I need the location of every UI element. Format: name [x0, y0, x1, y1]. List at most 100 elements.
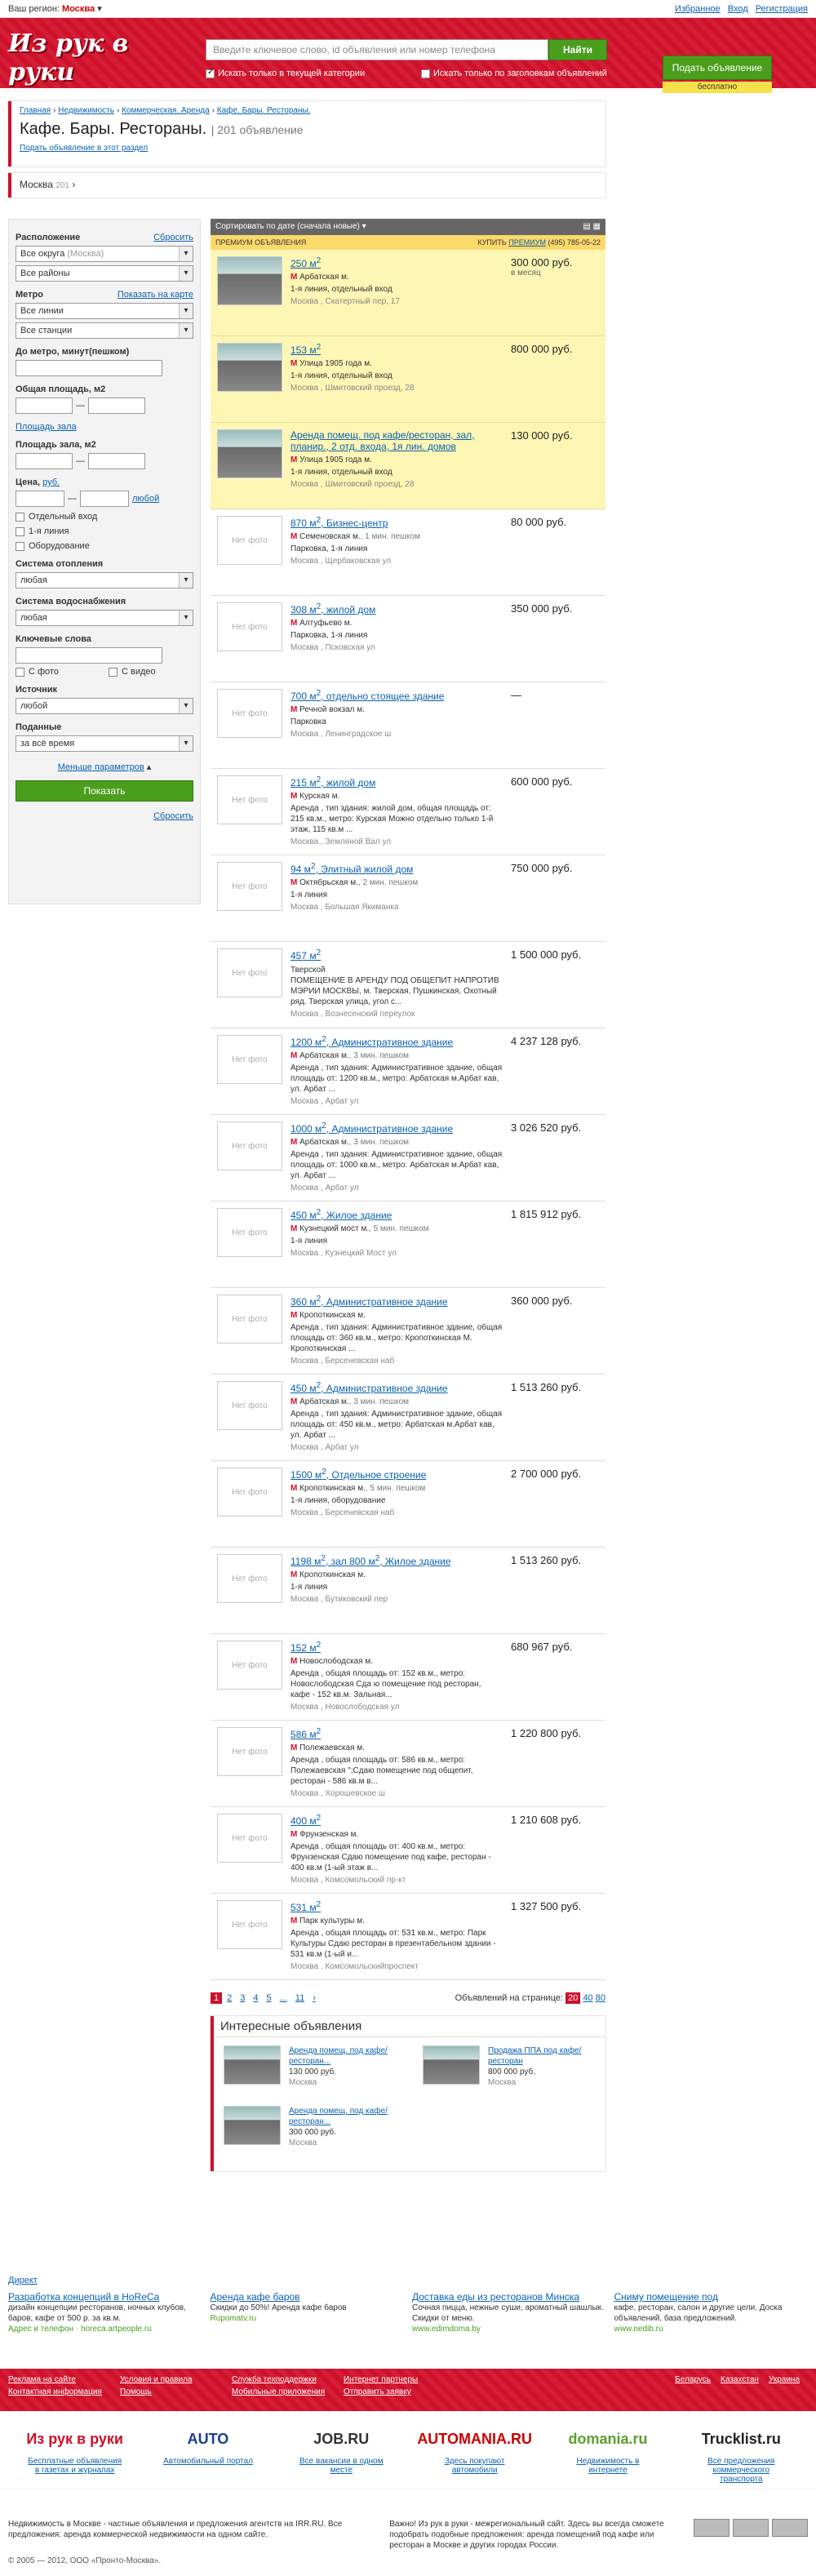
- listing-photo[interactable]: Нет фото: [217, 948, 282, 997]
- footer-link[interactable]: Интернет партнеры: [344, 2375, 437, 2384]
- listing-title[interactable]: 94 м2, Элитный жилой дом: [290, 862, 503, 875]
- footer-link[interactable]: Контактная информация: [8, 2387, 102, 2396]
- site-ukraine[interactable]: Украина: [769, 2375, 800, 2384]
- page-link[interactable]: 2: [224, 1992, 235, 2004]
- listing-item[interactable]: Нет фото 308 м2, жилой дом M Алтуфьево м…: [211, 596, 605, 682]
- interesting-card[interactable]: Аренда помещ. под кафе/ресторан... 300 00…: [219, 2106, 406, 2155]
- counter-badge[interactable]: [772, 2519, 808, 2537]
- stations-select[interactable]: Все станции: [16, 322, 193, 339]
- card-photo[interactable]: [224, 2045, 281, 2085]
- listing-title[interactable]: 1200 м2, Административное здание: [290, 1035, 503, 1048]
- listing-item[interactable]: Нет фото 450 м2, Административное здание…: [211, 1375, 605, 1461]
- hall-from[interactable]: [16, 453, 73, 469]
- listing-item[interactable]: Нет фото 360 м2, Административное здание…: [211, 1288, 605, 1375]
- region-selector[interactable]: Ваш регион: Москва ▾: [8, 3, 102, 14]
- checkbox-category[interactable]: Искать только в текущей категории: [206, 68, 365, 78]
- checkbox-icon[interactable]: [421, 69, 430, 78]
- hall-link[interactable]: Площадь зала: [16, 422, 193, 432]
- region-value[interactable]: Москва: [62, 4, 95, 14]
- listing-photo[interactable]: Нет фото: [217, 1121, 282, 1170]
- listing-photo[interactable]: Нет фото: [217, 1554, 282, 1603]
- direct-ad[interactable]: Разработка концепций в HoReCa дизайн конц…: [8, 2292, 202, 2334]
- login-link[interactable]: Вход: [728, 4, 748, 14]
- partner[interactable]: JOB.RU Все вакансии в одном месте: [292, 2424, 390, 2481]
- listing-item[interactable]: Нет фото 152 м2 M Новослободская м. Арен…: [211, 1634, 605, 1721]
- footer-link[interactable]: Реклама на сайте: [8, 2375, 102, 2384]
- page-link[interactable]: ...: [277, 1992, 290, 2004]
- per-40[interactable]: 40: [583, 1993, 592, 2003]
- listing-title[interactable]: 531 м2: [290, 1900, 503, 1913]
- search-input[interactable]: Введите ключевое слово, id объявления ил…: [206, 39, 548, 60]
- listing-title[interactable]: 450 м2, Административное здание: [290, 1381, 503, 1394]
- direct-ad[interactable]: Сниму помещение под кафе, ресторан, салон…: [614, 2292, 809, 2334]
- listing-title[interactable]: 870 м2, Бизнес-центр: [290, 516, 503, 529]
- listing-item[interactable]: Нет фото 400 м2 M Фрунзенская м. Аренда …: [211, 1807, 605, 1894]
- view-toggle-icon[interactable]: ▤ ▦: [583, 222, 601, 232]
- checkbox-icon[interactable]: [206, 68, 215, 78]
- listing-photo[interactable]: Нет фото: [217, 1900, 282, 1949]
- show-button[interactable]: Показать: [16, 780, 193, 802]
- dist-input[interactable]: [16, 360, 162, 376]
- card-photo[interactable]: [423, 2045, 480, 2085]
- interesting-card[interactable]: Аренда помещ. под кафе/ресторан... 130 00…: [219, 2045, 406, 2094]
- listing-item[interactable]: Нет фото 1198 м2, зал 800 м2, Жилое здан…: [211, 1548, 605, 1634]
- listing-photo[interactable]: Нет фото: [217, 1814, 282, 1863]
- footer-link[interactable]: Отправить заявку: [344, 2387, 437, 2396]
- price-to[interactable]: [80, 491, 129, 507]
- posted-select[interactable]: за всё время: [16, 735, 193, 752]
- listing-photo[interactable]: Нет фото: [217, 775, 282, 824]
- equipment-check[interactable]: Оборудование: [16, 541, 193, 551]
- partner[interactable]: Из рук в руки Бесплатные объявления в газ…: [26, 2424, 124, 2481]
- city-name[interactable]: Москва: [20, 179, 53, 190]
- per-20[interactable]: 20: [565, 1992, 581, 2004]
- listing-photo[interactable]: [217, 256, 282, 305]
- card-photo[interactable]: [224, 2106, 281, 2145]
- listing-item[interactable]: Нет фото 1000 м2, Административное здани…: [211, 1115, 605, 1201]
- listing-title[interactable]: 250 м2: [290, 256, 503, 269]
- listing-title[interactable]: 1500 м2, Отдельное строение: [290, 1468, 503, 1481]
- listing-title[interactable]: 450 м2, Жилое здание: [290, 1208, 503, 1221]
- post-in-section-link[interactable]: Подать объявление в этот раздел: [20, 144, 597, 153]
- listing-item[interactable]: 250 м2 M Арбатская м. 1-я линия, отдельн…: [211, 250, 605, 336]
- listing-title[interactable]: Аренда помещ. под кафе/ресторан, зал, пл…: [290, 429, 503, 452]
- partner[interactable]: AUTOMANIA.RU Здесь покупают автомобили: [417, 2424, 532, 2481]
- water-select[interactable]: любая: [16, 610, 193, 626]
- buy-premium-link[interactable]: ПРЕМИУМ: [508, 238, 546, 246]
- listing-title[interactable]: 308 м2, жилой дом: [290, 602, 503, 615]
- checkbox-titles[interactable]: Искать только по заголовкам объявлений: [421, 69, 607, 78]
- map-link[interactable]: Показать на карте: [118, 290, 193, 300]
- reset-link[interactable]: Сбросить: [153, 233, 193, 242]
- listing-photo[interactable]: Нет фото: [217, 1468, 282, 1517]
- price-any-link[interactable]: любой: [132, 494, 159, 504]
- counter-badge[interactable]: [694, 2519, 730, 2537]
- listing-photo[interactable]: Нет фото: [217, 602, 282, 651]
- listing-item[interactable]: Нет фото 870 м2, Бизнес-центр M Семеновс…: [211, 509, 605, 596]
- page-link[interactable]: 11: [292, 1992, 308, 2004]
- register-link[interactable]: Регистрация: [756, 4, 808, 14]
- listing-photo[interactable]: Нет фото: [217, 1381, 282, 1430]
- listing-item[interactable]: 153 м2 M Улица 1905 года м. 1-я линия, о…: [211, 336, 605, 423]
- district-select[interactable]: Все округа (Москва): [16, 246, 193, 262]
- listing-photo[interactable]: [217, 343, 282, 392]
- listing-title[interactable]: 215 м2, жилой дом: [290, 775, 503, 788]
- listing-photo[interactable]: [217, 429, 282, 478]
- partner[interactable]: domania.ru Недвижимость в интернете: [559, 2424, 657, 2481]
- listing-item[interactable]: Нет фото 531 м2 M Парк культуры м. Аренд…: [211, 1894, 605, 1980]
- area-select[interactable]: Все районы: [16, 265, 193, 282]
- listing-title[interactable]: 1000 м2, Административное здание: [290, 1121, 503, 1135]
- listing-photo[interactable]: Нет фото: [217, 1727, 282, 1776]
- crumb-commercial[interactable]: Коммерческая. Аренда: [122, 106, 210, 115]
- footer-link[interactable]: Мобильные приложения: [232, 2387, 326, 2396]
- listing-photo[interactable]: Нет фото: [217, 1295, 282, 1344]
- crumb-realty[interactable]: Недвижимость: [58, 106, 114, 115]
- listing-item[interactable]: Нет фото 94 м2, Элитный жилой дом M Октя…: [211, 855, 605, 942]
- city-selector[interactable]: Москва 201 ›: [8, 173, 605, 198]
- site-kazakhstan[interactable]: Казахстан: [721, 2375, 759, 2384]
- listing-photo[interactable]: Нет фото: [217, 1208, 282, 1257]
- footer-link[interactable]: Помощь: [120, 2387, 214, 2396]
- direct-ad[interactable]: Аренда кафе баров Скидки до 50%! Аренда к…: [211, 2292, 405, 2334]
- less-params-link[interactable]: Меньше параметров: [58, 762, 144, 772]
- listing-title[interactable]: 400 м2: [290, 1814, 503, 1827]
- listing-photo[interactable]: Нет фото: [217, 1035, 282, 1084]
- footer-link[interactable]: Служба техподдержки: [232, 2375, 326, 2384]
